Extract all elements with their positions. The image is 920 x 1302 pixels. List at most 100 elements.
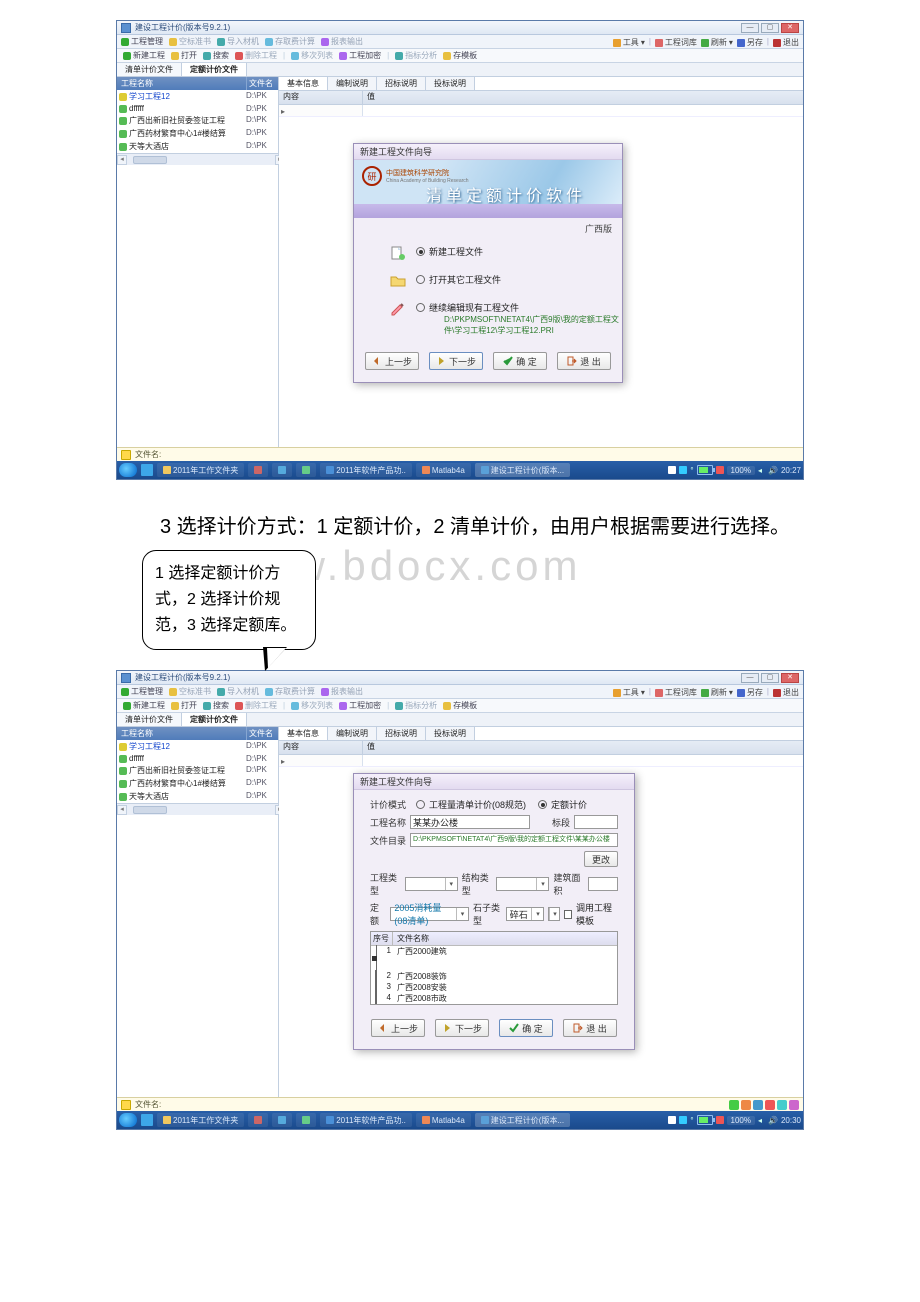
taskbar-item[interactable]: 2011年工作文件夹 bbox=[157, 1113, 244, 1127]
tray-icon[interactable] bbox=[668, 1116, 676, 1124]
tray-icon[interactable] bbox=[716, 466, 724, 474]
ok-button[interactable]: 确 定 bbox=[493, 352, 547, 370]
project-name-input[interactable]: 某某办公楼 bbox=[410, 815, 530, 829]
tab-tender-note[interactable]: 投标说明 bbox=[426, 77, 475, 90]
tab-list-pricing[interactable]: 清单计价文件 bbox=[117, 63, 182, 76]
maximize-button[interactable]: ▢ bbox=[761, 673, 779, 683]
version-input[interactable] bbox=[574, 815, 618, 829]
maximize-button[interactable]: ▢ bbox=[761, 23, 779, 33]
project-row[interactable]: 天等大酒店D:\PK bbox=[117, 790, 278, 803]
checkbox-icon[interactable] bbox=[375, 981, 377, 992]
zoom-level[interactable]: 100% bbox=[727, 1116, 755, 1125]
tools-menu[interactable]: 工具 ▾ bbox=[613, 37, 645, 48]
project-row[interactable]: dfffffD:\PK bbox=[117, 103, 278, 114]
option-open-other[interactable]: 打开其它工程文件 bbox=[416, 273, 501, 286]
prev-button[interactable]: 上一步 bbox=[365, 352, 419, 370]
start-button[interactable] bbox=[119, 1113, 137, 1127]
sec-toolbar-item-2[interactable]: 搜索 bbox=[203, 50, 229, 61]
project-row[interactable]: dfffffD:\PK bbox=[117, 753, 278, 764]
toolbar-item-0[interactable]: 工程管理 bbox=[121, 36, 163, 47]
project-row[interactable]: 广西药材繁育中心1#楼结算D:\PK bbox=[117, 127, 278, 140]
option-new-project[interactable]: 新建工程文件 bbox=[416, 245, 483, 258]
sec-toolbar-item-7[interactable]: 存模板 bbox=[443, 50, 477, 61]
tray-expand-icon[interactable]: ◂ bbox=[758, 466, 762, 475]
tab-compile-note[interactable]: 编制说明 bbox=[328, 77, 377, 90]
taskbar-item[interactable] bbox=[248, 1113, 268, 1127]
sec-toolbar-item-0[interactable]: 新建工程 bbox=[123, 700, 165, 711]
taskbar-item[interactable]: Matlab4a bbox=[416, 463, 471, 477]
toolbar-item-3[interactable]: 存取费计算 bbox=[265, 36, 315, 47]
exit-button[interactable]: 退 出 bbox=[563, 1019, 617, 1037]
taskbar-item[interactable] bbox=[296, 1113, 316, 1127]
sec-toolbar-item-7[interactable]: 存模板 bbox=[443, 700, 477, 711]
tab-list-pricing[interactable]: 清单计价文件 bbox=[117, 713, 182, 726]
close-button[interactable]: ✕ bbox=[781, 673, 799, 683]
project-row[interactable]: 广西出新旧社贸委签证工程D:\PK bbox=[117, 764, 278, 777]
saveas-button[interactable]: 另存 bbox=[737, 37, 763, 48]
taskbar-item[interactable]: 建设工程计价(版本... bbox=[475, 463, 570, 477]
quota-select[interactable]: 2005消耗量 (08清单)▾ bbox=[390, 907, 469, 921]
quota-file-list[interactable]: 序号文件名称 1广西2000建筑2广西2008装饰3广西2008安装4广西200… bbox=[370, 931, 618, 1005]
toolbar-item-3[interactable]: 存取费计算 bbox=[265, 686, 315, 697]
ie-icon[interactable] bbox=[141, 1114, 153, 1126]
tab-bid-note[interactable]: 招标说明 bbox=[377, 77, 426, 90]
stone-select[interactable]: 碎石▾ bbox=[506, 907, 545, 921]
project-row[interactable]: 学习工程12D:\PK bbox=[117, 740, 278, 753]
checkbox-icon[interactable] bbox=[371, 945, 381, 972]
exit-button[interactable]: 退出 bbox=[773, 37, 799, 48]
tab-compile-note[interactable]: 编制说明 bbox=[328, 727, 377, 740]
tray-icon[interactable] bbox=[679, 1116, 687, 1124]
sec-toolbar-item-5[interactable]: 工程加密 bbox=[339, 50, 381, 61]
toolbar-item-0[interactable]: 工程管理 bbox=[121, 686, 163, 697]
taskbar-item[interactable]: 2011年软件产品功.. bbox=[320, 1113, 412, 1127]
exit-button[interactable]: 退 出 bbox=[557, 352, 611, 370]
volume-icon[interactable]: 🔊 bbox=[768, 1116, 778, 1125]
sec-toolbar-item-2[interactable]: 搜索 bbox=[203, 700, 229, 711]
proj-type-select[interactable]: ▾ bbox=[405, 877, 458, 891]
refresh-button[interactable]: 刷新 ▾ bbox=[701, 687, 733, 698]
minimize-button[interactable]: — bbox=[741, 673, 759, 683]
sec-toolbar-item-3[interactable]: 删除工程 bbox=[235, 700, 277, 711]
tab-bid-note[interactable]: 招标说明 bbox=[377, 727, 426, 740]
toolbar-item-2[interactable]: 导入材机 bbox=[217, 36, 259, 47]
refresh-button[interactable]: 刷新 ▾ bbox=[701, 37, 733, 48]
project-row[interactable]: 广西药材繁育中心1#楼结算D:\PK bbox=[117, 777, 278, 790]
toolbar-item-4[interactable]: 报表输出 bbox=[321, 686, 363, 697]
project-row[interactable]: 广西出新旧社贸委签证工程D:\PK bbox=[117, 114, 278, 127]
sec-toolbar-item-1[interactable]: 打开 bbox=[171, 700, 197, 711]
scroll-thumb[interactable] bbox=[133, 156, 167, 164]
area-input[interactable] bbox=[588, 877, 618, 891]
checkbox-icon[interactable] bbox=[375, 1003, 377, 1005]
checkbox-icon[interactable] bbox=[375, 992, 377, 1003]
dict-button[interactable]: 工程词库 bbox=[655, 687, 697, 698]
sec-toolbar-item-4[interactable]: 移次列表 bbox=[291, 700, 333, 711]
ok-button[interactable]: 确 定 bbox=[499, 1019, 553, 1037]
sec-toolbar-item-3[interactable]: 删除工程 bbox=[235, 50, 277, 61]
struct-type-select[interactable]: ▾ bbox=[496, 877, 549, 891]
sec-toolbar-item-6[interactable]: 指标分析 bbox=[395, 50, 437, 61]
toolbar-item-1[interactable]: 空标准书 bbox=[169, 36, 211, 47]
taskbar-item[interactable]: 建设工程计价(版本... bbox=[475, 1113, 570, 1127]
tab-quota-pricing[interactable]: 定额计价文件 bbox=[182, 713, 247, 726]
tray-icon[interactable] bbox=[679, 466, 687, 474]
list-item[interactable]: 3广西2008安装 bbox=[371, 982, 617, 993]
mode-quota-radio[interactable]: 定额计价 bbox=[538, 798, 587, 811]
taskbar-item[interactable]: 2011年软件产品功.. bbox=[320, 463, 412, 477]
path-input[interactable]: D:\PKPMSOFT\NETAT4\广西9版\我的定额工程文件\某某办公楼 bbox=[410, 833, 618, 847]
sec-toolbar-item-5[interactable]: 工程加密 bbox=[339, 700, 381, 711]
change-path-button[interactable]: 更改 bbox=[584, 851, 618, 867]
mode-list-radio[interactable]: 工程量清单计价(08规范) bbox=[416, 798, 526, 811]
taskbar-item[interactable] bbox=[248, 463, 268, 477]
option-continue-edit[interactable]: 继续编辑现有工程文件 bbox=[416, 301, 626, 314]
list-item[interactable]: 4广西2008市政 bbox=[371, 993, 617, 1004]
project-row[interactable]: 天等大酒店D:\PK bbox=[117, 140, 278, 153]
minimize-button[interactable]: — bbox=[741, 23, 759, 33]
tools-menu[interactable]: 工具 ▾ bbox=[613, 687, 645, 698]
close-button[interactable]: ✕ bbox=[781, 23, 799, 33]
tray-expand-icon[interactable]: ◂ bbox=[758, 1116, 762, 1125]
taskbar-item[interactable]: 2011年工作文件夹 bbox=[157, 463, 244, 477]
prev-button[interactable]: 上一步 bbox=[371, 1019, 425, 1037]
taskbar-item[interactable] bbox=[272, 463, 292, 477]
tab-quota-pricing[interactable]: 定额计价文件 bbox=[182, 63, 247, 76]
volume-icon[interactable]: 🔊 bbox=[768, 466, 778, 475]
